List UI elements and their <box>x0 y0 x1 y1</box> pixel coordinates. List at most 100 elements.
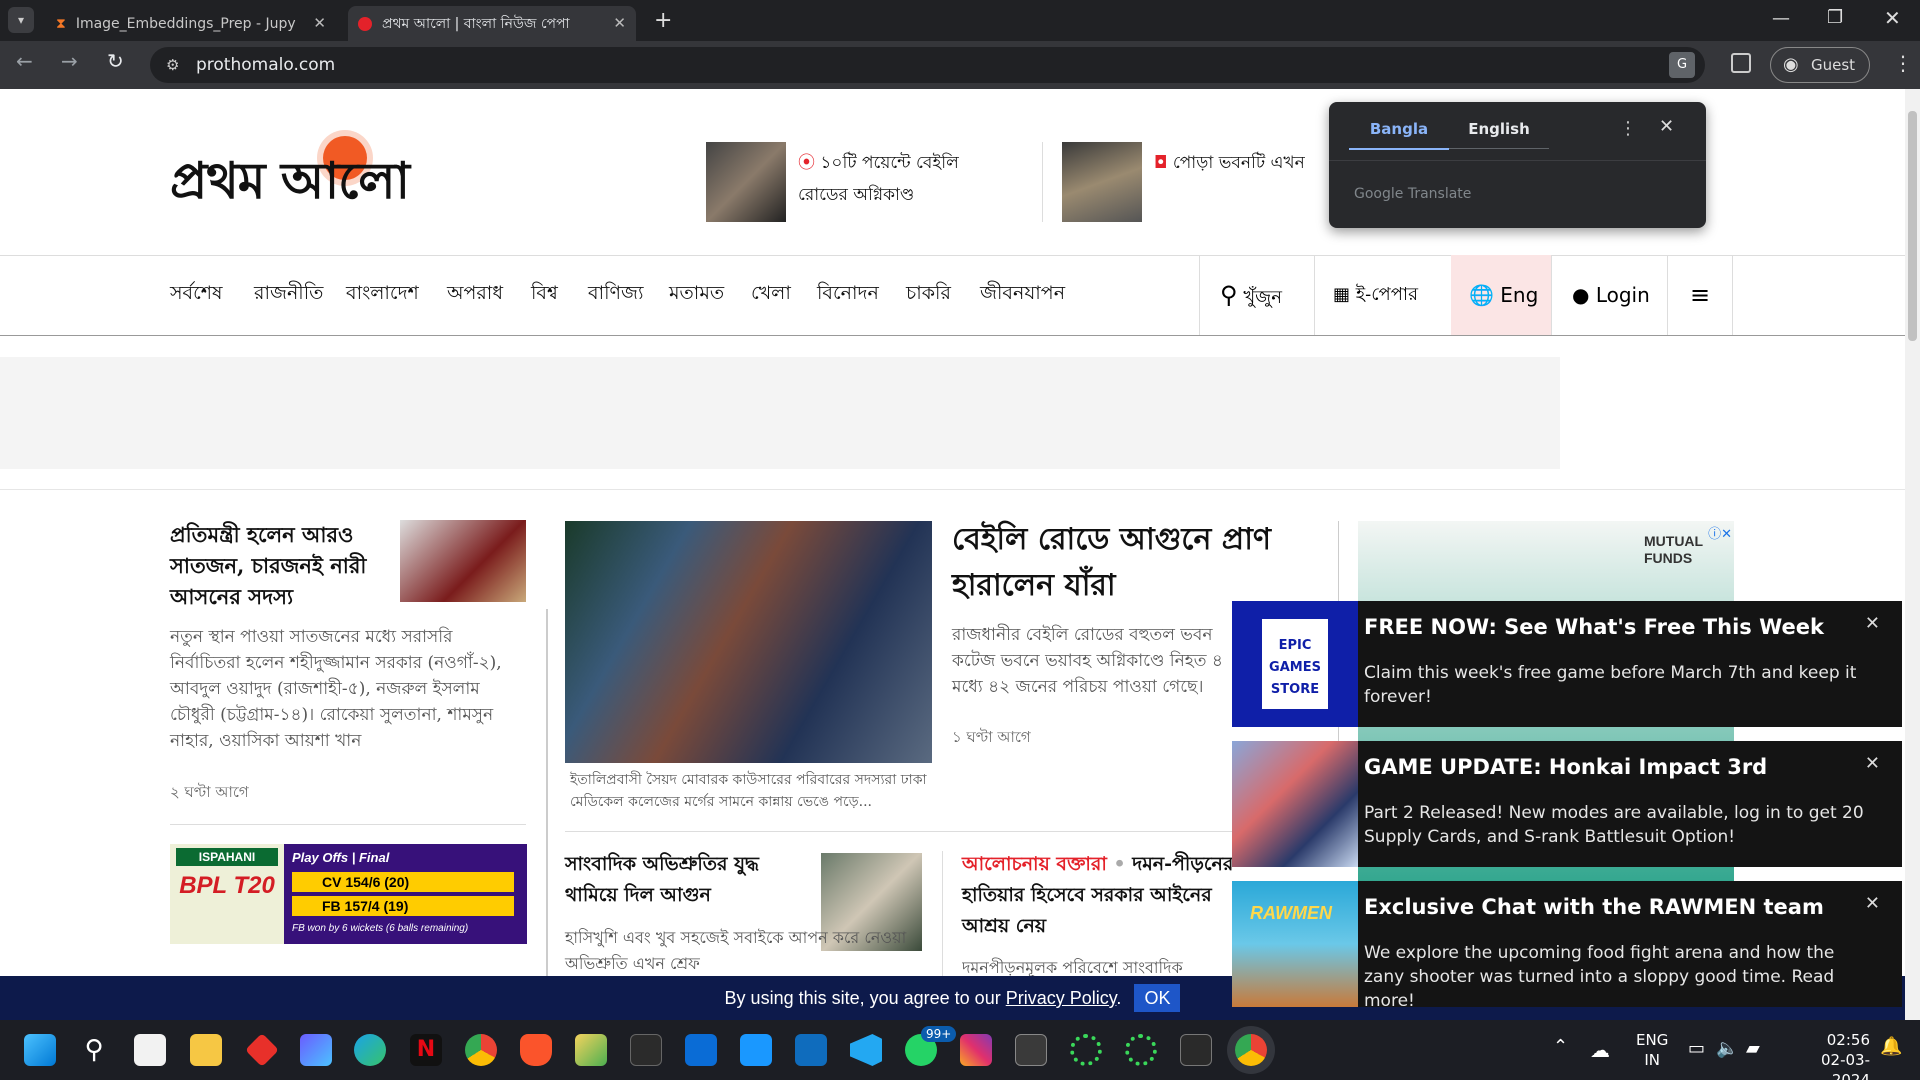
privacy-link[interactable]: Privacy Policy <box>1006 988 1117 1008</box>
windows-start-icon[interactable] <box>24 1034 56 1066</box>
back-icon[interactable]: ← <box>16 49 33 73</box>
language-indicator[interactable]: ENG IN <box>1636 1030 1668 1070</box>
store-icon[interactable] <box>134 1034 166 1066</box>
new-tab-button[interactable]: + <box>654 8 672 33</box>
story-thumb[interactable] <box>400 520 526 602</box>
close-icon[interactable]: ✕ <box>1865 613 1880 634</box>
spinner-app-icon[interactable] <box>1125 1034 1157 1066</box>
tab-list-button[interactable]: ▾ <box>8 7 34 33</box>
score-widget[interactable]: ISPAHANI BPL T20 Play Offs | Final CV 15… <box>170 844 527 944</box>
language-tool[interactable]: 🌐 Eng <box>1451 255 1551 335</box>
clock[interactable]: 02:56 02-03-2024 <box>1790 1030 1870 1090</box>
volume-icon[interactable]: 🔈 <box>1716 1038 1738 1059</box>
time-text: 02:56 <box>1826 1031 1870 1049</box>
window-app-icon[interactable] <box>1015 1034 1047 1066</box>
header-story-thumb[interactable] <box>706 142 786 222</box>
minimize-button[interactable]: — <box>1772 8 1790 29</box>
edge-icon[interactable] <box>354 1034 386 1066</box>
search-icon[interactable]: ⚲ <box>78 1034 110 1066</box>
tab-prothomalo[interactable]: প্রথম আলো | বাংলা নিউজ পেপা ✕ <box>348 6 636 41</box>
network-icon[interactable]: ▭ <box>1688 1038 1705 1059</box>
chrome-icon[interactable] <box>1235 1034 1267 1066</box>
nav-item[interactable]: চাকরি <box>906 279 951 311</box>
nav-item[interactable]: মতামত <box>669 279 724 311</box>
spinner-app-icon[interactable] <box>1070 1034 1102 1066</box>
login-tool[interactable]: ● Login <box>1551 255 1667 335</box>
close-icon[interactable]: ✕ <box>1865 753 1880 774</box>
onedrive-icon[interactable]: ☁ <box>1590 1038 1610 1062</box>
chevron-up-icon[interactable]: ⌃ <box>1553 1036 1568 1057</box>
translate-more-icon[interactable]: ⋮ <box>1619 118 1637 139</box>
translate-icon[interactable]: G <box>1669 52 1695 78</box>
scrollbar-thumb[interactable] <box>1908 111 1917 341</box>
nav-item[interactable]: খেলা <box>751 279 791 311</box>
vscode-icon[interactable] <box>850 1034 882 1066</box>
brave-icon[interactable] <box>520 1034 552 1066</box>
restore-button[interactable]: ❐ <box>1827 7 1843 28</box>
reload-icon[interactable]: ↻ <box>107 49 124 73</box>
nav-item[interactable]: রাজনীতি <box>254 279 323 311</box>
ad-banner-placeholder <box>0 357 1560 469</box>
terminal-icon[interactable] <box>630 1034 662 1066</box>
header-story-link[interactable]: ⦿ ১০টি পয়েন্টে বেইলি রোডের অগ্নিকাণ্ড <box>798 147 978 211</box>
whatsapp-icon[interactable]: 99+ <box>905 1026 957 1066</box>
terminal-icon[interactable] <box>1180 1034 1212 1066</box>
prime-video-icon[interactable] <box>740 1034 772 1066</box>
notification-card[interactable]: EPIC GAMES STORE FREE NOW: See What's Fr… <box>1232 601 1902 727</box>
tab-bangla[interactable]: Bangla <box>1349 120 1449 150</box>
story-headline[interactable]: প্রতিমন্ত্রী হলেন আরও সাতজন, চারজনই নারী… <box>170 519 380 612</box>
nav-item[interactable]: বিনোদন <box>817 279 879 311</box>
profile-button[interactable]: ◉ Guest <box>1770 47 1870 83</box>
blue-app-icon[interactable] <box>685 1034 717 1066</box>
nav-item[interactable]: বিশ্ব <box>531 279 558 311</box>
notification-card[interactable]: GAME UPDATE: Honkai Impact 3rd Part 2 Re… <box>1232 741 1902 867</box>
header-story-thumb[interactable] <box>1062 142 1142 222</box>
close-tab-icon[interactable]: ✕ <box>313 14 326 32</box>
site-logo[interactable]: প্রথম আলো <box>170 134 510 210</box>
image-app-icon[interactable] <box>575 1034 607 1066</box>
nav-item[interactable]: সর্বশেষ <box>170 279 222 311</box>
copilot-icon[interactable] <box>300 1034 332 1066</box>
sidepanel-icon[interactable] <box>1731 53 1751 73</box>
tab-english[interactable]: English <box>1449 120 1549 149</box>
notification-bell-icon[interactable]: 🔔 <box>1880 1036 1902 1057</box>
epaper-tool[interactable]: ▦ ই-পেপার <box>1314 255 1451 335</box>
hamburger-icon[interactable]: ≡ <box>1667 255 1733 335</box>
bpl-logo: ISPAHANI BPL T20 <box>170 844 284 944</box>
lead-summary: রাজধানীর বেইলি রোডের বহুতল ভবন কটেজ ভবনে… <box>952 625 1223 697</box>
forward-icon[interactable]: → <box>61 49 78 73</box>
netflix-icon[interactable]: N <box>410 1034 442 1066</box>
lead-headline[interactable]: বেইলি রোডে আগুনে প্রাণ হারালেন যাঁরা <box>952 517 1292 609</box>
notification-card[interactable]: RAWMEN Exclusive Chat with the RAWMEN te… <box>1232 881 1902 1011</box>
menu-kebab-icon[interactable]: ⋮ <box>1893 51 1913 75</box>
app-red-icon[interactable] <box>245 1033 279 1067</box>
address-bar[interactable]: ⚙ prothomalo.com G <box>150 47 1705 83</box>
kicker-dot: • <box>1106 853 1133 875</box>
instagram-icon[interactable] <box>960 1034 992 1066</box>
close-window-button[interactable]: ✕ <box>1884 6 1901 30</box>
lead-photo[interactable] <box>565 521 932 763</box>
site-info-icon[interactable]: ⚙ <box>166 47 179 83</box>
battery-icon[interactable]: ▰ <box>1746 1038 1760 1059</box>
header-story-link[interactable]: ◘ পোড়া ভবনটি এখন <box>1154 147 1334 179</box>
story-headline[interactable]: সাংবাদিক অভিশ্রুতির যুদ্ধ থামিয়ে দিল আগ… <box>565 849 785 911</box>
close-icon[interactable]: ✕ <box>1865 893 1880 914</box>
translate-close-icon[interactable]: ✕ <box>1659 116 1674 137</box>
chrome-icon[interactable] <box>465 1034 497 1066</box>
close-tab-icon[interactable]: ✕ <box>613 14 626 32</box>
ad-close-icon[interactable]: ⓘ✕ <box>1708 523 1732 542</box>
nav-item[interactable]: বাংলাদেশ <box>346 279 419 311</box>
nav-item[interactable]: জীবনযাপন <box>980 279 1065 311</box>
nav-item[interactable]: বাণিজ্য <box>588 279 644 311</box>
notification-desc: We explore the upcoming food fight arena… <box>1364 943 1835 1011</box>
outlook-icon[interactable] <box>795 1034 827 1066</box>
page-scrollbar[interactable] <box>1905 89 1920 1020</box>
cookie-ok-button[interactable]: OK <box>1134 984 1181 1012</box>
story-headline[interactable]: আলোচনায় বক্তারা • দমন-পীড়নের হাতিয়ার … <box>962 849 1242 942</box>
lead-caption: ইতালিপ্রবাসী সৈয়দ মোবারক কাউসারের পরিবা… <box>570 772 927 810</box>
sponsor-text: ISPAHANI <box>176 848 278 866</box>
search-tool[interactable]: ⚲ খুঁজুন <box>1199 255 1314 335</box>
tab-jupyter[interactable]: ⧗ Image_Embeddings_Prep - Jupy ✕ <box>46 6 336 41</box>
file-explorer-icon[interactable] <box>190 1034 222 1066</box>
nav-item[interactable]: অপরাধ <box>447 279 503 311</box>
